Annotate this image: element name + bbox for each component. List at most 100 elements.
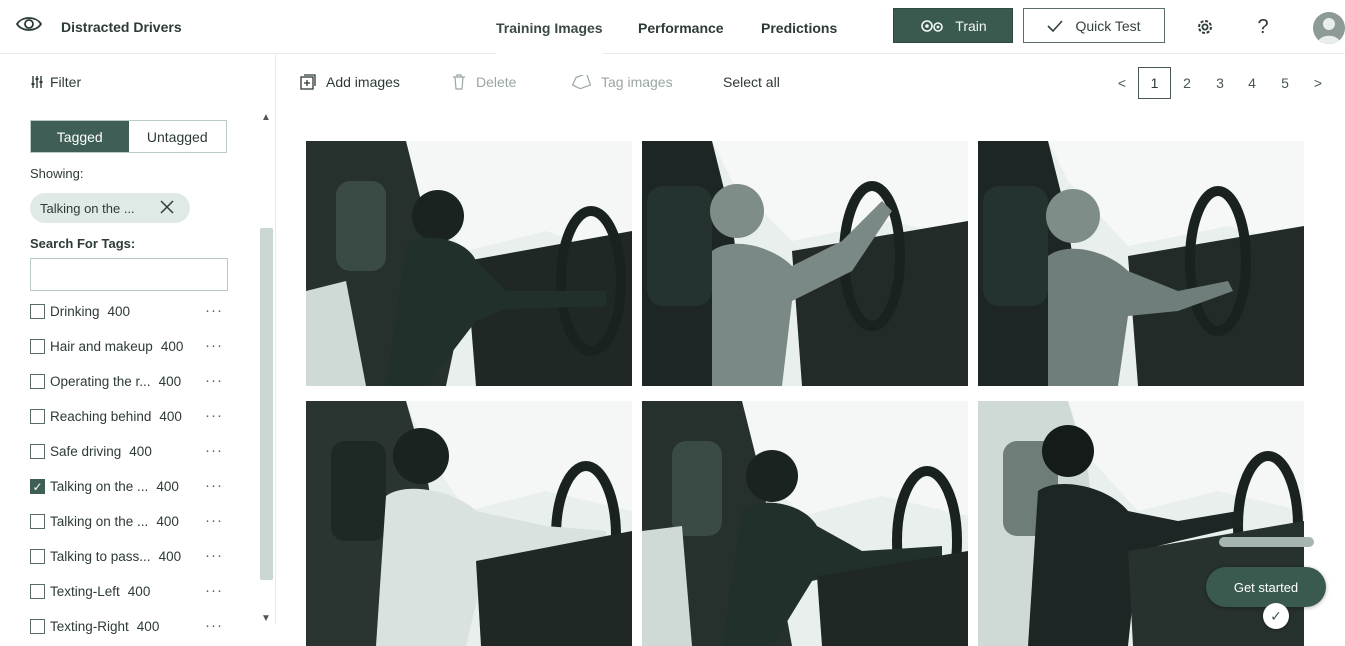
- page-1-button[interactable]: 1: [1138, 67, 1171, 99]
- tag-name: Safe driving: [50, 444, 122, 459]
- train-label: Train: [955, 17, 987, 34]
- more-options-icon[interactable]: ···: [205, 582, 223, 599]
- driver-photo: [306, 401, 632, 646]
- tag-checkbox[interactable]: [30, 374, 45, 389]
- scrollbar-thumb[interactable]: [260, 228, 273, 580]
- add-images-button[interactable]: Add images: [300, 74, 400, 90]
- tab-training-images[interactable]: Training Images: [496, 20, 603, 54]
- help-icon[interactable]: ?: [1251, 15, 1275, 39]
- close-icon[interactable]: [158, 198, 176, 216]
- tag-checkbox[interactable]: [30, 584, 45, 599]
- active-filter-text: Talking on the ...: [40, 200, 135, 216]
- tag-row[interactable]: Texting-Right 400 ···: [30, 609, 240, 644]
- tab-predictions[interactable]: Predictions: [761, 20, 837, 36]
- tag-row[interactable]: Drinking 400 ···: [30, 294, 240, 329]
- tag-images-button[interactable]: Tag images: [571, 74, 673, 90]
- delete-label: Delete: [476, 74, 517, 90]
- tag-name: Talking on the ...: [50, 479, 149, 494]
- filter-toggle[interactable]: Filter: [30, 74, 81, 90]
- search-tags-input[interactable]: [30, 258, 228, 291]
- tag-count: 400: [156, 514, 179, 529]
- select-all-button[interactable]: Select all: [723, 74, 780, 90]
- next-page-button[interactable]: >: [1309, 67, 1327, 99]
- chevron-up-icon[interactable]: ▲: [261, 112, 271, 123]
- tag-row[interactable]: Safe driving 400 ···: [30, 434, 240, 469]
- tag-checkbox[interactable]: [30, 514, 45, 529]
- tag-checkbox[interactable]: [30, 409, 45, 424]
- more-options-icon[interactable]: ···: [205, 302, 223, 319]
- tag-count: 400: [129, 444, 152, 459]
- more-options-icon[interactable]: ···: [205, 372, 223, 389]
- tag-icon: [571, 75, 591, 89]
- more-options-icon[interactable]: ···: [205, 477, 223, 494]
- driver-photo: [642, 401, 968, 646]
- showing-label: Showing:: [30, 166, 84, 181]
- page-2-button[interactable]: 2: [1176, 67, 1198, 99]
- tag-row[interactable]: Talking to pass... 400 ···: [30, 539, 240, 574]
- page-3-button[interactable]: 3: [1209, 67, 1231, 99]
- chevron-down-icon[interactable]: ▼: [261, 613, 271, 624]
- tag-checkbox[interactable]: [30, 444, 45, 459]
- more-options-icon[interactable]: ···: [205, 337, 223, 354]
- tag-row[interactable]: Hair and makeup 400 ···: [30, 329, 240, 364]
- train-button[interactable]: Train: [893, 8, 1013, 43]
- tag-count: 400: [107, 304, 131, 319]
- tag-count: 400: [156, 479, 179, 494]
- training-image-tile[interactable]: [642, 401, 968, 646]
- training-image-tile[interactable]: [978, 401, 1304, 646]
- page-4-button[interactable]: 4: [1241, 67, 1263, 99]
- untagged-option[interactable]: Untagged: [128, 121, 226, 152]
- tag-name: Texting-Left: [50, 584, 120, 599]
- training-image-tile[interactable]: [306, 401, 632, 646]
- more-options-icon[interactable]: ···: [205, 442, 223, 459]
- delete-button[interactable]: Delete: [452, 74, 516, 90]
- top-bar: Distracted Drivers Training Images Perfo…: [0, 0, 1345, 54]
- tagged-option[interactable]: Tagged: [31, 121, 129, 152]
- check-circle-icon[interactable]: ✓: [1263, 603, 1289, 629]
- more-options-icon[interactable]: ···: [205, 512, 223, 529]
- tag-count: 400: [158, 374, 182, 389]
- more-options-icon[interactable]: ···: [205, 547, 223, 564]
- add-image-icon: [300, 74, 316, 90]
- check-icon: [1047, 19, 1064, 32]
- tag-name: Talking on the ...: [50, 514, 149, 529]
- driver-photo: [978, 141, 1304, 386]
- tag-row[interactable]: Talking on the ... 400 ···: [30, 504, 240, 539]
- eye-icon[interactable]: [16, 14, 42, 34]
- training-image-tile[interactable]: [306, 141, 632, 386]
- tag-images-label: Tag images: [601, 74, 673, 90]
- prev-page-button[interactable]: <: [1113, 67, 1131, 99]
- gears-icon: [921, 19, 944, 32]
- tag-name: Operating the r...: [50, 374, 151, 389]
- driver-photo: [642, 141, 968, 386]
- tag-row[interactable]: Reaching behind 400 ···: [30, 399, 240, 434]
- tag-name: Drinking: [50, 304, 100, 319]
- tag-checkbox[interactable]: [30, 549, 45, 564]
- tag-row[interactable]: Operating the r... 400 ···: [30, 364, 240, 399]
- training-image-tile[interactable]: [642, 141, 968, 386]
- get-started-button[interactable]: Get started: [1206, 567, 1326, 607]
- tag-checkbox[interactable]: [30, 304, 45, 319]
- quick-test-button[interactable]: Quick Test: [1023, 8, 1165, 43]
- tab-performance[interactable]: Performance: [638, 20, 724, 36]
- settings-gear-icon[interactable]: [1193, 15, 1217, 39]
- help-widget-bar: [1219, 537, 1314, 547]
- tag-name: Hair and makeup: [50, 339, 153, 354]
- driver-photo: [306, 141, 632, 386]
- tag-checkbox[interactable]: [30, 339, 45, 354]
- sidebar-scrollbar[interactable]: ▲ ▼: [258, 112, 274, 624]
- more-options-icon[interactable]: ···: [205, 407, 223, 424]
- filter-sliders-icon: [31, 76, 43, 88]
- tag-name: Talking to pass...: [50, 549, 151, 564]
- tag-row[interactable]: ✓ Talking on the ... 400 ···: [30, 469, 240, 504]
- training-image-tile[interactable]: [978, 141, 1304, 386]
- tag-name: Texting-Right: [50, 619, 129, 634]
- more-options-icon[interactable]: ···: [205, 617, 223, 634]
- avatar[interactable]: [1313, 12, 1345, 44]
- tag-checkbox-checked[interactable]: ✓: [30, 479, 45, 494]
- filter-sidebar: Filter Tagged Untagged Showing: Talking …: [0, 54, 276, 634]
- search-tags-label: Search For Tags:: [30, 236, 136, 251]
- page-5-button[interactable]: 5: [1274, 67, 1296, 99]
- tag-row[interactable]: Texting-Left 400 ···: [30, 574, 240, 609]
- tag-checkbox[interactable]: [30, 619, 45, 634]
